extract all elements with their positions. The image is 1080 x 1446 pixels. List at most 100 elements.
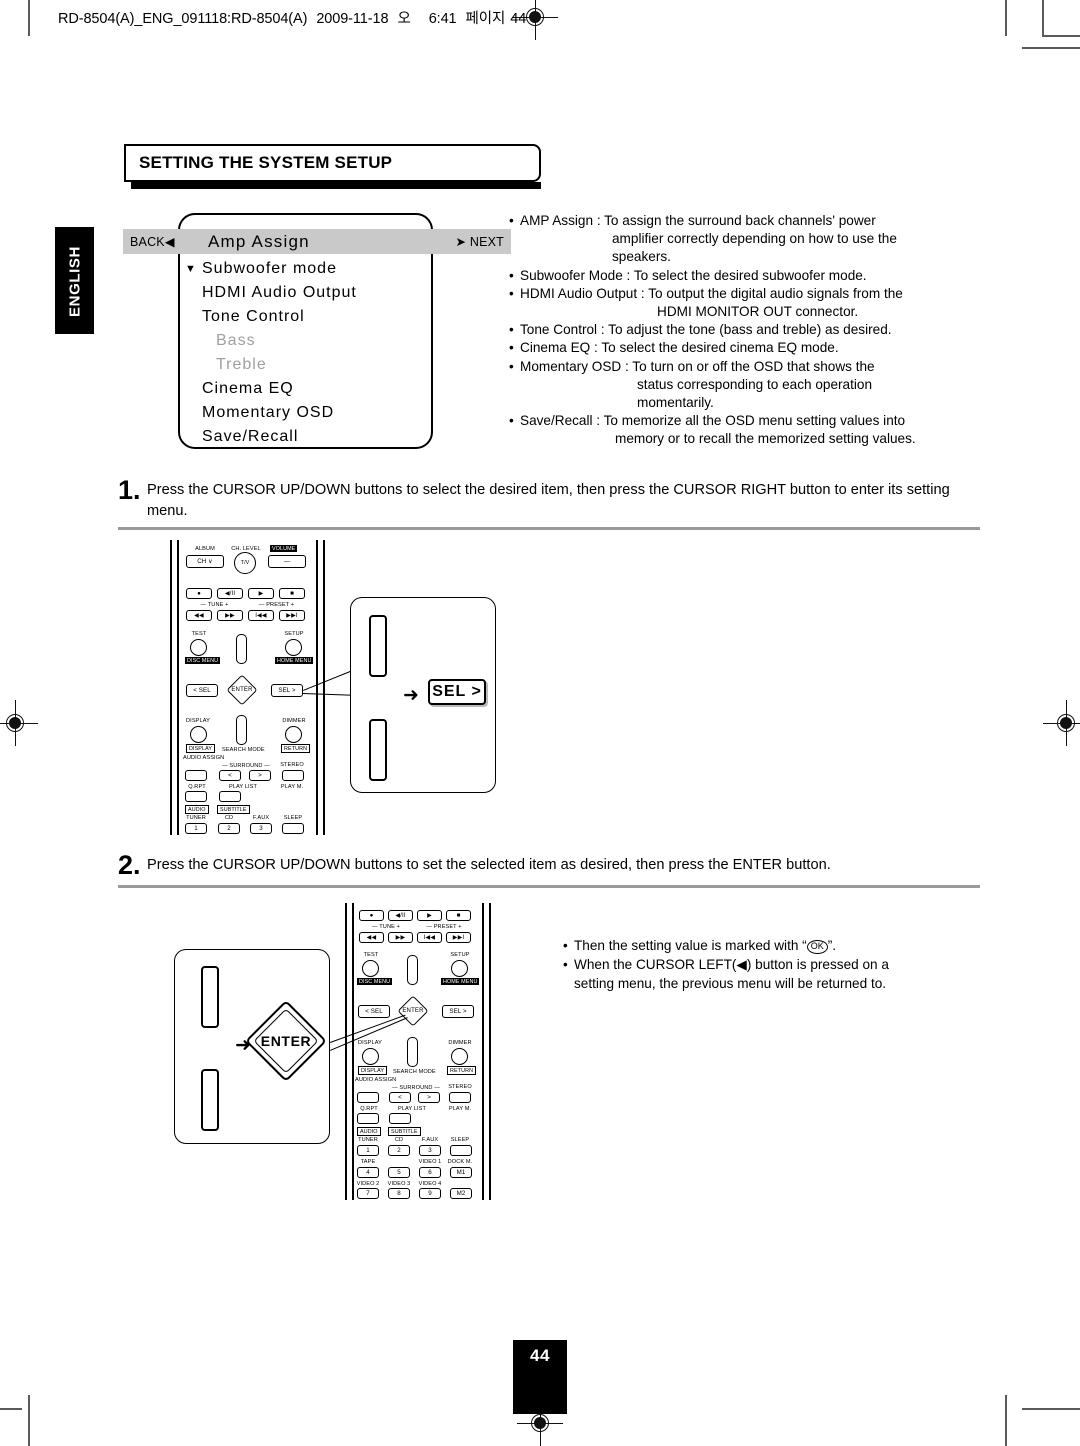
cursor-up-button[interactable] <box>236 634 247 664</box>
forward-button-2[interactable]: ▶▶ <box>388 932 413 943</box>
ch-button[interactable]: CH ∨ <box>186 555 224 568</box>
osd-menu-item[interactable]: Momentary OSD <box>202 401 462 425</box>
record-button-2[interactable]: ● <box>359 910 384 921</box>
num-8-button-2[interactable]: 8 <box>388 1188 410 1199</box>
sel-left-label: < SEL <box>365 1008 383 1015</box>
sel-left-button-2[interactable]: < SEL <box>358 1005 390 1018</box>
bullet-cinema-eq: Cinema EQ : To select the desired cinema… <box>509 339 979 357</box>
note-line: setting menu, the previous menu will be … <box>574 976 887 991</box>
sleep-button[interactable] <box>282 823 304 834</box>
num-2-button[interactable]: 2 <box>218 823 240 834</box>
step-2-number: 2. <box>118 850 141 880</box>
osd-next-control[interactable]: ➤ NEXT <box>455 234 504 249</box>
num-3-button-2[interactable]: 3 <box>419 1145 441 1156</box>
dimmer-knob-2[interactable] <box>451 1048 468 1065</box>
tv-knob[interactable]: T/V <box>234 552 256 574</box>
audio-assign-label-2: AUDIO ASSIGN <box>355 1077 396 1084</box>
osd-item-list: ▼ Subwoofer mode HDMI Audio Output Tone C… <box>185 257 462 449</box>
num-5-button-2[interactable]: 5 <box>388 1167 410 1178</box>
osd-back-control[interactable]: BACK◀ <box>130 234 175 249</box>
rewind-button[interactable]: ◀◀ <box>186 610 212 621</box>
sel-right-label: SEL > <box>449 1008 467 1015</box>
stop-button-2[interactable]: ■ <box>446 910 471 921</box>
play-button-2[interactable]: ▶ <box>417 910 442 921</box>
sleep-label-2: SLEEP <box>450 1137 470 1143</box>
prev-button-2[interactable]: I◀◀ <box>417 932 442 943</box>
display-knob-2[interactable] <box>362 1048 379 1065</box>
prev-button[interactable]: I◀◀ <box>248 610 274 621</box>
m1-button-2[interactable]: M1 <box>450 1167 472 1178</box>
tuner-label-2: TUNER <box>358 1137 378 1143</box>
m2-label: M2 <box>456 1190 466 1197</box>
bullet-line: status corresponding to each operation <box>637 376 873 392</box>
cursor-up-button-2[interactable] <box>407 955 418 985</box>
q-rpt-label: Q.RPT <box>188 784 206 790</box>
osd-menu-item[interactable]: Save/Recall <box>202 425 462 449</box>
dock-m-label-2: DOCK M. <box>447 1159 473 1165</box>
surround-right-button-2[interactable]: > <box>418 1092 440 1103</box>
sel-right-button-2[interactable]: SEL > <box>442 1005 474 1018</box>
next-button-2[interactable]: ▶▶I <box>446 932 471 943</box>
osd-menu-item[interactable]: Cinema EQ <box>202 377 462 401</box>
stereo-label-2: STEREO <box>448 1084 472 1090</box>
sleep-button-2[interactable] <box>450 1145 472 1156</box>
play-list-button[interactable] <box>219 791 241 802</box>
num-1-button-2[interactable]: 1 <box>357 1145 379 1156</box>
bullet-line: memory or to recall the memorized settin… <box>615 431 916 447</box>
m2-button-2[interactable]: M2 <box>450 1188 472 1199</box>
audio-assign-button-2[interactable] <box>357 1092 379 1103</box>
q-rpt-button[interactable] <box>185 791 207 802</box>
num-7-button-2[interactable]: 7 <box>357 1188 379 1199</box>
q-rpt-button-2[interactable] <box>357 1113 379 1124</box>
stereo-button[interactable] <box>282 770 304 781</box>
sel-left-button[interactable]: < SEL <box>186 684 218 697</box>
forward-button[interactable]: ▶▶ <box>217 610 243 621</box>
play-list-label-2: PLAY LIST <box>397 1106 427 1112</box>
num-4-button-2[interactable]: 4 <box>357 1167 379 1178</box>
tune-label-2: — TUNE + <box>372 924 400 930</box>
stop-button[interactable]: ■ <box>279 588 305 599</box>
feature-description-list: AMP Assign : To assign the surround back… <box>509 212 979 449</box>
next-button[interactable]: ▶▶I <box>279 610 305 621</box>
record-button[interactable]: ● <box>186 588 212 599</box>
test-knob[interactable] <box>190 639 207 656</box>
dimmer-knob[interactable] <box>285 726 302 743</box>
stereo-button-2[interactable] <box>449 1092 471 1103</box>
test-knob-2[interactable] <box>362 960 379 977</box>
step-2-notes: Then the setting value is marked with “O… <box>563 936 963 993</box>
display-knob[interactable] <box>190 726 207 743</box>
osd-menu-item[interactable]: ▼ Subwoofer mode <box>185 257 462 281</box>
play-icon: ▶ <box>427 912 432 919</box>
play-button[interactable]: ▶ <box>248 588 274 599</box>
disc-menu-label-2: DISC MENU <box>357 978 393 985</box>
play-list-button-2[interactable] <box>389 1113 411 1124</box>
bullet-line: AMP Assign : To assign the surround back… <box>520 213 876 228</box>
display-label: DISPLAY <box>186 718 210 724</box>
header-file-ref: RD-8504(A)_ENG_091118:RD-8504(A) <box>58 11 308 27</box>
audio-assign-button[interactable] <box>185 770 207 781</box>
num-6-button-2[interactable]: 6 <box>419 1167 441 1178</box>
record-icon: ● <box>369 912 374 919</box>
pause-button[interactable]: ◀/II <box>217 588 243 599</box>
pause-button-2[interactable]: ◀/II <box>388 910 413 921</box>
surround-left-button[interactable]: < <box>219 770 241 781</box>
volume-button[interactable]: — <box>268 555 306 568</box>
surround-label-2: — SURROUND — <box>392 1085 440 1091</box>
sel-right-button[interactable]: SEL > <box>271 684 303 697</box>
cursor-down-button[interactable] <box>236 715 247 745</box>
cursor-down-button-2[interactable] <box>407 1037 418 1067</box>
surround-left-button-2[interactable]: < <box>389 1092 411 1103</box>
num-3-button[interactable]: 3 <box>250 823 272 834</box>
setup-knob[interactable] <box>285 639 302 656</box>
num-9-button-2[interactable]: 9 <box>419 1188 441 1199</box>
rewind-button-2[interactable]: ◀◀ <box>359 932 384 943</box>
setup-knob-2[interactable] <box>451 960 468 977</box>
bullet-line: HDMI Audio Output : To output the digita… <box>520 285 903 301</box>
tuner-label: TUNER <box>186 815 206 821</box>
cd-label-2: CD <box>394 1137 404 1143</box>
surround-right-button[interactable]: > <box>249 770 271 781</box>
num-1-button[interactable]: 1 <box>185 823 207 834</box>
osd-menu-item[interactable]: Tone Control <box>202 305 462 329</box>
num-2-button-2[interactable]: 2 <box>388 1145 410 1156</box>
osd-menu-item[interactable]: HDMI Audio Output <box>202 281 462 305</box>
